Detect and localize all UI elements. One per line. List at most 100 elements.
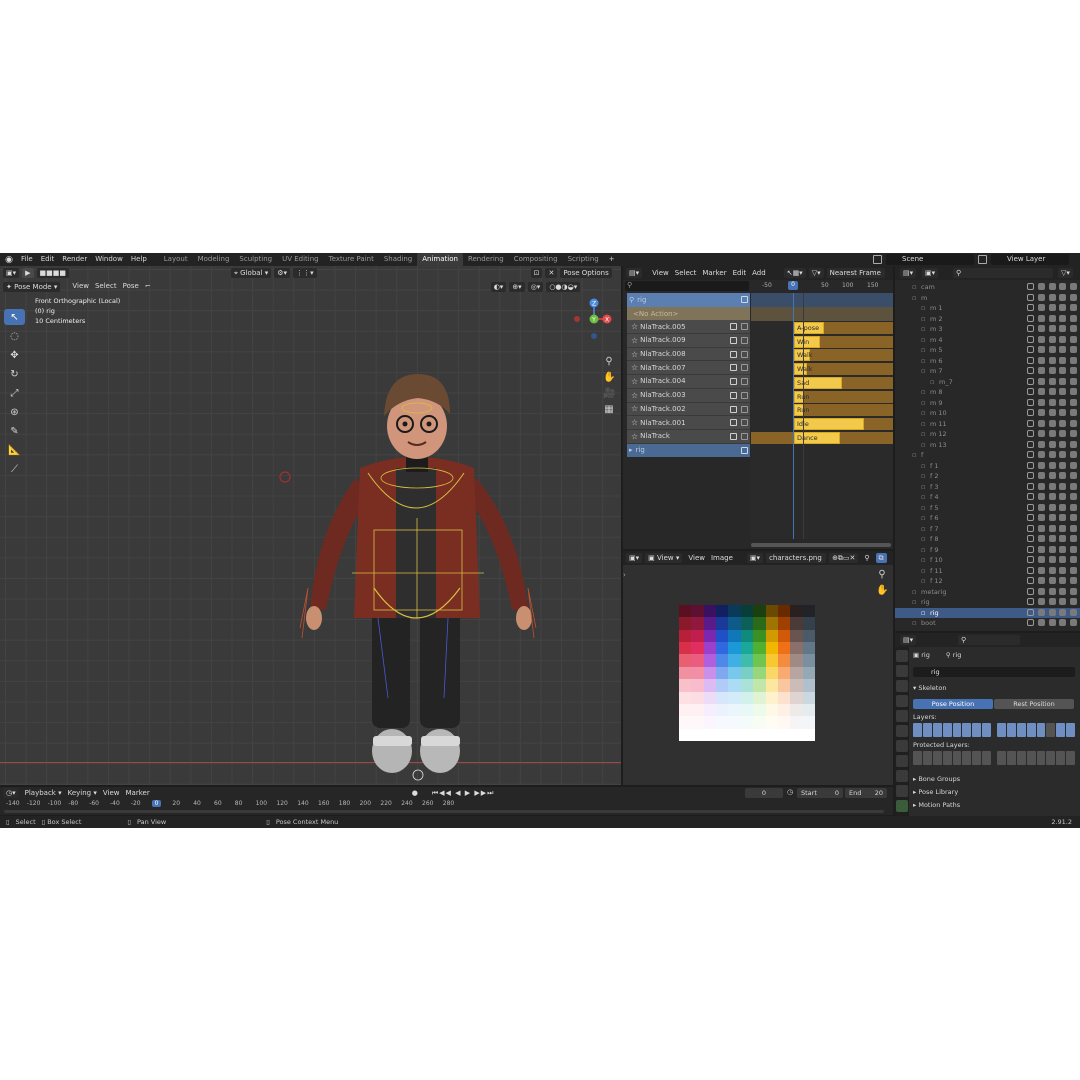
protected-layers-left[interactable]	[913, 751, 991, 765]
eye-icon[interactable]	[1048, 293, 1056, 301]
select-arrow-icon[interactable]	[1037, 325, 1045, 332]
object-tab-icon[interactable]	[896, 740, 908, 752]
nla-action-strip[interactable]: Sad	[794, 376, 842, 389]
rig-channel[interactable]: ⚲ rig	[627, 293, 750, 307]
eye-icon[interactable]	[1048, 608, 1056, 616]
outliner-row[interactable]: ▫ f 6	[895, 513, 1080, 524]
monitor-icon[interactable]	[1059, 293, 1067, 301]
star-icon[interactable]: ☆	[631, 432, 638, 441]
camera-icon[interactable]	[1070, 587, 1077, 595]
menu-marker[interactable]: Marker	[126, 787, 150, 800]
view-mode-dropdown[interactable]: ▣ View ▾	[645, 553, 683, 563]
protected-layers-right[interactable]	[997, 751, 1075, 765]
checkbox-icon[interactable]	[1027, 304, 1034, 311]
outliner-row[interactable]: ▫ f 9	[895, 545, 1080, 556]
checkbox-icon[interactable]	[1027, 356, 1034, 364]
select-arrow-icon[interactable]	[1037, 524, 1045, 532]
outliner-row[interactable]: ▫ f 7	[895, 524, 1080, 535]
star-icon[interactable]: ☆	[631, 350, 638, 359]
monitor-icon[interactable]	[1059, 608, 1067, 616]
select-arrow-icon[interactable]	[1037, 556, 1045, 563]
checkbox-icon[interactable]	[1027, 566, 1034, 574]
move-tool-icon[interactable]: ✥	[4, 347, 25, 363]
outliner-row[interactable]: ▫ m 3	[895, 324, 1080, 335]
outliner-row[interactable]: ▫ f 11	[895, 566, 1080, 577]
menu-help[interactable]: Help	[127, 253, 151, 266]
outliner-row[interactable]: ▫ m 9	[895, 398, 1080, 409]
checkbox-icon[interactable]	[1027, 503, 1034, 511]
snap-icon[interactable]: ⋮⋮▾	[293, 268, 317, 278]
monitor-icon[interactable]	[1059, 304, 1067, 311]
nla-track-channel[interactable]: ☆ NlaTrack.004	[627, 375, 750, 389]
eye-icon[interactable]	[1048, 545, 1056, 553]
select-arrow-icon[interactable]	[1037, 493, 1045, 500]
playback-controls-icon[interactable]: ⏮◀◀ ◀ ▶ ▶▶⏭	[432, 787, 495, 800]
outliner-search-input[interactable]: ⚲	[953, 268, 1053, 278]
nla-action-strip[interactable]: Dance	[794, 431, 840, 444]
view-layer-icon[interactable]	[978, 255, 987, 264]
track-checkbox[interactable]	[730, 405, 737, 413]
menu-image[interactable]: Image	[711, 552, 733, 565]
rotate-tool-icon[interactable]: ↻	[4, 366, 25, 382]
outliner[interactable]: ▤▾ ▣▾ ⚲ ▽▾ ▫ cam ▫ m ▫ m 1 ▫ m 2 ▫ m 3 ▫ m 4 ▫ m 5 ▫ m …	[895, 266, 1080, 631]
editor-type-icon[interactable]: ◷▾	[3, 788, 19, 798]
bone-roll-tool-icon[interactable]: ⟋	[4, 461, 25, 477]
camera-icon[interactable]	[1070, 493, 1077, 500]
neg-x-handle[interactable]	[574, 316, 580, 322]
select-arrow-icon[interactable]	[1037, 587, 1045, 595]
star-icon[interactable]: ☆	[631, 322, 638, 331]
select-arrow-icon[interactable]	[1037, 482, 1045, 490]
eye-icon[interactable]	[1048, 283, 1056, 290]
nla-track-channel[interactable]: ☆ NlaTrack.009	[627, 334, 750, 348]
eye-icon[interactable]	[1048, 524, 1056, 532]
menu-marker[interactable]: Marker	[702, 267, 726, 280]
scene-selector[interactable]: Scene	[886, 254, 974, 265]
eye-icon[interactable]	[1048, 325, 1056, 332]
checkbox-icon[interactable]	[1027, 577, 1034, 584]
lock-icon[interactable]	[741, 391, 748, 399]
track-checkbox[interactable]	[730, 323, 737, 331]
zoom-icon[interactable]: ⚲	[876, 569, 888, 581]
tab-shading[interactable]: Shading	[379, 253, 417, 266]
eye-icon[interactable]	[1048, 314, 1056, 322]
track-checkbox[interactable]	[730, 432, 737, 440]
skeleton-panel-header[interactable]: ▾ Skeleton	[913, 684, 946, 692]
menu-select[interactable]: Select	[675, 267, 697, 280]
track-checkbox[interactable]	[730, 337, 737, 345]
checkbox-icon[interactable]	[1027, 482, 1034, 490]
image-browse-icon[interactable]: ▣▾	[746, 553, 764, 563]
track-checkbox[interactable]	[730, 378, 737, 386]
outliner-row[interactable]: ▫ m 7	[895, 366, 1080, 377]
checkbox-icon[interactable]	[1027, 545, 1034, 553]
image-editor[interactable]: ▣▾ ▣ View ▾ View Image ▣▾ characters.png…	[623, 551, 893, 785]
checkbox-icon[interactable]	[1027, 514, 1034, 521]
physics-tab-icon[interactable]	[896, 770, 908, 782]
render-tab-icon[interactable]	[896, 665, 908, 677]
menu-view[interactable]: View	[688, 552, 705, 565]
camera-icon[interactable]	[1070, 283, 1077, 290]
outliner-row[interactable]: ▫ m 8	[895, 387, 1080, 398]
nla-action-strip[interactable]: Walk	[794, 363, 813, 376]
select-arrow-icon[interactable]	[1037, 388, 1045, 395]
checkbox-icon[interactable]	[1027, 325, 1034, 332]
timeline[interactable]: ◷▾ Playback ▾ Keying ▾ View Marker ● ⏮◀◀…	[0, 787, 893, 815]
outliner-row[interactable]: ▫ f 5	[895, 503, 1080, 514]
monitor-icon[interactable]	[1059, 335, 1067, 343]
select-arrow-icon[interactable]	[1037, 514, 1045, 521]
eye-icon[interactable]	[1048, 419, 1056, 427]
camera-icon[interactable]	[1070, 304, 1077, 311]
nla-ruler[interactable]: -50 50 100 150	[751, 281, 893, 292]
camera-icon[interactable]	[1070, 598, 1077, 605]
eye-icon[interactable]	[1048, 461, 1056, 469]
monitor-icon[interactable]	[1059, 482, 1067, 490]
select-arrow-icon[interactable]	[1037, 346, 1045, 353]
menu-view[interactable]: View	[103, 787, 120, 800]
select-mode-icon[interactable]: ▶	[22, 268, 34, 278]
transform-orientation-dropdown[interactable]: ⌖ Global ▾	[231, 268, 272, 278]
pose-extra-icon[interactable]: ⌐	[145, 280, 151, 293]
eye-icon[interactable]	[1048, 587, 1056, 595]
monitor-icon[interactable]	[1059, 524, 1067, 532]
nla-track-channel[interactable]: ☆ NlaTrack.005	[627, 320, 750, 335]
sync-icon[interactable]: ⧉	[875, 553, 887, 563]
select-arrow-icon[interactable]	[1037, 356, 1045, 364]
